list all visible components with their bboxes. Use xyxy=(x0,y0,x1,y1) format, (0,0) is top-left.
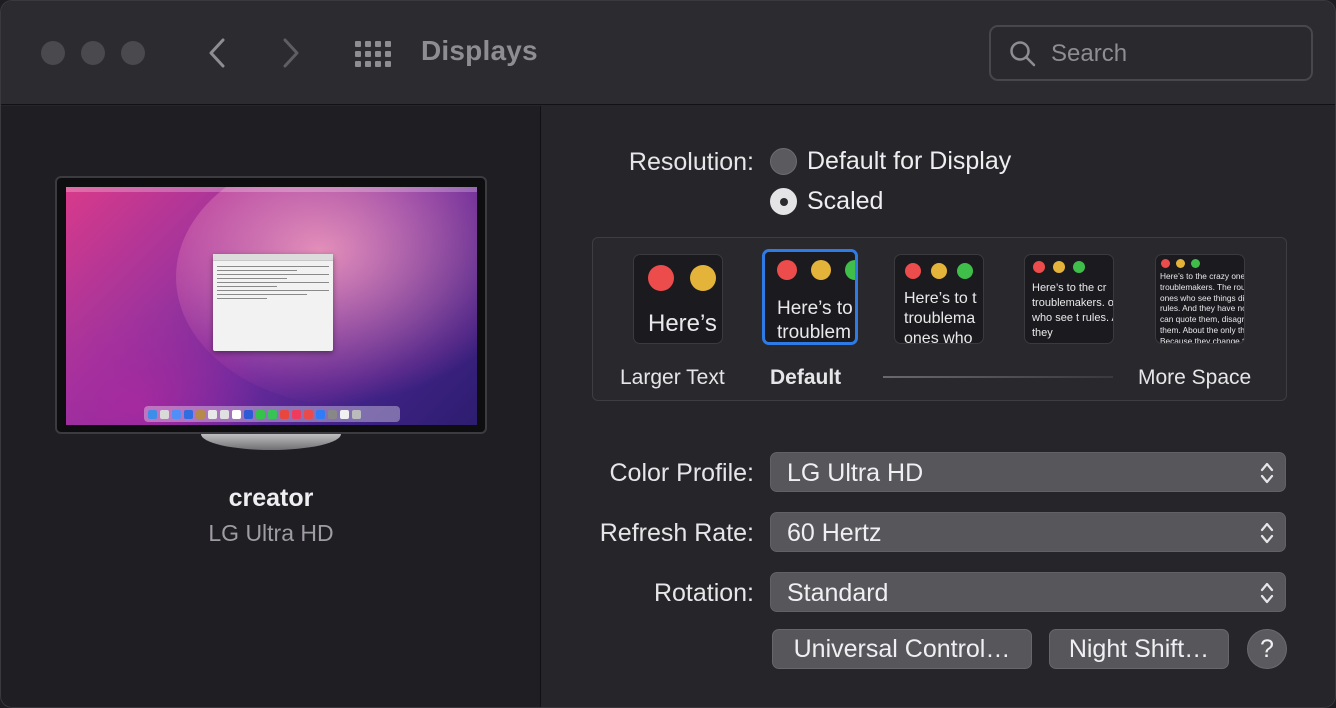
night-shift-button[interactable]: Night Shift… xyxy=(1049,629,1229,669)
preview-window xyxy=(213,254,333,351)
display-model: LG Ultra HD xyxy=(208,520,334,546)
search-field[interactable] xyxy=(989,25,1313,81)
resolution-scaled-option[interactable]: Scaled xyxy=(770,187,883,216)
up-down-chevron-icon xyxy=(1260,582,1274,604)
rotation-select[interactable]: Standard xyxy=(770,572,1286,612)
scale-sample-text: Here’s to the crazy ones troublemakers. … xyxy=(1160,271,1245,344)
radio-default-for-display[interactable] xyxy=(770,148,797,175)
display-preview-panel: creator LG Ultra HD xyxy=(1,106,541,707)
close-window-button[interactable] xyxy=(41,41,65,65)
rotation-label: Rotation: xyxy=(653,579,754,607)
toolbar: Displays xyxy=(1,1,1335,105)
up-down-chevron-icon xyxy=(1260,462,1274,484)
color-profile-label: Color Profile: xyxy=(609,459,755,487)
larger-text-label: Larger Text xyxy=(620,366,725,389)
scale-sample-text: Here’s to troublem xyxy=(777,298,853,343)
more-space-label: More Space xyxy=(1138,366,1252,389)
monitor-screen xyxy=(66,187,477,425)
help-button[interactable]: ? xyxy=(1247,629,1287,669)
default-scale-label: Default xyxy=(770,366,842,389)
scale-option-default[interactable]: Here’s to troublem xyxy=(762,249,858,345)
scale-option-more-space[interactable]: Here’s to the crazy ones troublemakers. … xyxy=(1155,254,1245,344)
scale-sample-text: Here’s to the cr troublemakers. ones who… xyxy=(1032,282,1114,339)
chevron-left-icon xyxy=(209,38,225,68)
refresh-rate-value: 60 Hertz xyxy=(787,519,882,547)
refresh-rate-select[interactable]: 60 Hertz xyxy=(770,512,1286,552)
scale-sample-text: Here’s xyxy=(648,310,717,337)
scale-option-3[interactable]: Here’s to t troublema ones who xyxy=(894,254,984,344)
resolution-label: Resolution: xyxy=(628,148,754,176)
color-profile-select[interactable]: LG Ultra HD xyxy=(770,452,1286,492)
refresh-rate-label: Refresh Rate: xyxy=(599,519,754,547)
search-input[interactable] xyxy=(1051,39,1291,69)
radio-default-for-display-label: Default for Display xyxy=(807,147,1012,175)
minimize-window-button[interactable] xyxy=(81,41,105,65)
display-name: creator xyxy=(228,484,314,512)
search-icon xyxy=(1010,41,1036,67)
radio-scaled-label: Scaled xyxy=(807,187,884,215)
monitor-stand xyxy=(201,434,341,450)
scaling-options: Here’s Here’s to troublem Here’s to t tr xyxy=(592,237,1287,401)
chevron-right-icon xyxy=(283,38,299,68)
monitor-image xyxy=(55,176,487,434)
back-button[interactable] xyxy=(199,35,235,71)
zoom-window-button[interactable] xyxy=(121,41,145,65)
scale-option-larger-text[interactable]: Here’s xyxy=(633,254,723,344)
scale-sample-text: Here’s to t troublema ones who xyxy=(904,290,977,344)
radio-scaled[interactable] xyxy=(770,188,797,215)
resolution-default-option[interactable]: Default for Display xyxy=(770,147,1011,176)
forward-button[interactable] xyxy=(273,35,309,71)
scale-option-4[interactable]: Here’s to the cr troublemakers. ones who… xyxy=(1024,254,1114,344)
universal-control-button[interactable]: Universal Control… xyxy=(772,629,1032,669)
show-all-grid-icon[interactable] xyxy=(355,41,391,67)
up-down-chevron-icon xyxy=(1260,522,1274,544)
preview-dock xyxy=(144,406,400,422)
scale-slider-track xyxy=(883,376,1113,378)
rotation-value: Standard xyxy=(787,579,889,607)
window-title: Displays xyxy=(421,35,538,66)
color-profile-value: LG Ultra HD xyxy=(787,459,924,487)
system-preferences-window: Displays Search creator LG Ultra HD Reso… xyxy=(0,0,1336,708)
display-settings-panel: Resolution: Default for Display Scaled H… xyxy=(542,106,1335,707)
